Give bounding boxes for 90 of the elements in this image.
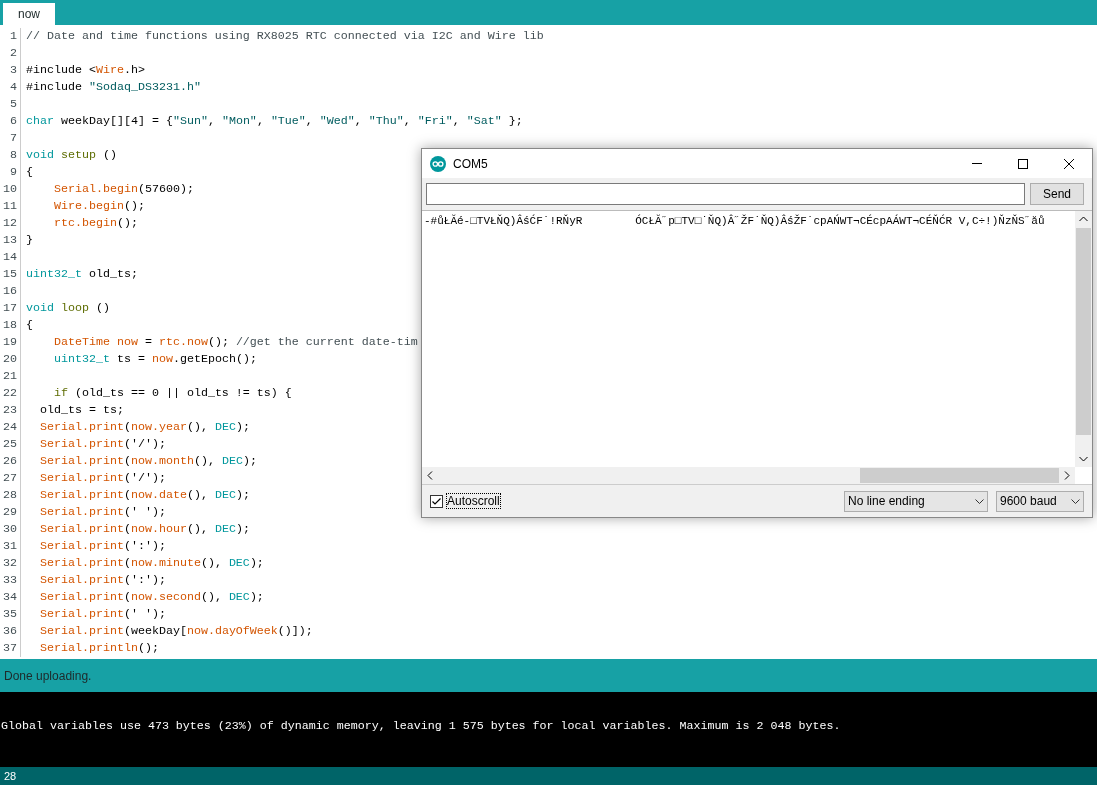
scrollbar-thumb[interactable] (860, 468, 1059, 483)
code-line: uint32_t old_ts; (26, 267, 138, 281)
line-number: 13 (3, 233, 17, 247)
code-line: Serial.print('/'); (39, 437, 166, 451)
infinity-logo-icon (430, 155, 446, 172)
line-number: 32 (3, 556, 17, 570)
code-line: void setup () (26, 148, 117, 162)
window-title: COM5 (453, 155, 488, 173)
line-number: 25 (3, 437, 17, 451)
line-number: 33 (3, 573, 17, 587)
code-line: Serial.print(':'); (39, 573, 166, 587)
line-number: 5 (10, 97, 17, 111)
code-line: void loop () (26, 301, 110, 315)
chevron-down-icon (1071, 498, 1080, 504)
line-ending-dropdown[interactable]: No line ending (844, 490, 988, 512)
line-number: 37 (3, 641, 17, 655)
code-line: Serial.print(now.date(), DEC); (39, 488, 250, 502)
line-number: 36 (3, 624, 17, 638)
code-line: DateTime now = rtc.now(); //get the current date-tim (52, 335, 418, 349)
line-number: 28 (3, 488, 17, 502)
line-number: 11 (3, 199, 17, 213)
line-number: 34 (3, 590, 17, 604)
line-number: 21 (3, 369, 17, 383)
horizontal-scrollbar[interactable] (422, 467, 1075, 484)
code-line: Serial.print(weekDay[now.dayOfWeek()]); (39, 624, 313, 638)
code-line: rtc.begin(); (52, 216, 138, 230)
line-number: 4 (10, 80, 17, 94)
code-line: { (26, 165, 33, 179)
code-line: #include "Sodaq_DS3231.h" (26, 80, 201, 94)
line-number: 29 (3, 505, 17, 519)
code-line: { (26, 318, 33, 332)
line-number: 18 (3, 318, 17, 332)
line-number: 6 (10, 114, 17, 128)
code-line: Serial.begin(57600); (52, 182, 194, 196)
line-number: 16 (3, 284, 17, 298)
file-tab[interactable]: now (3, 3, 55, 25)
code-line: Wire.begin(); (52, 199, 145, 213)
code-line: #include <Wire.h> (26, 63, 145, 77)
code-line: char weekDay[][4] = {"Sun", "Mon", "Tue", "Wed", "Thu", "Fri", "Sat" }; (26, 114, 523, 128)
line-number: 15 (3, 267, 17, 281)
line-number: 30 (3, 522, 17, 536)
autoscroll-checkbox[interactable] (430, 494, 443, 508)
code-line: Serial.print('/'); (39, 471, 166, 485)
code-line: Serial.print(now.hour(), DEC); (39, 522, 250, 536)
code-line: uint32_t ts = now.getEpoch(); (52, 352, 257, 366)
code-line: Serial.print(' '); (39, 505, 166, 519)
line-number: 8 (10, 148, 17, 162)
console-line: Global variables use 473 bytes (23%) of dynamic memory, leaving 1 575 bytes for local variables. Maximum is 2 048 bytes. (1, 718, 841, 735)
scrollbar-thumb[interactable] (1076, 228, 1091, 435)
line-number: 31 (3, 539, 17, 553)
code-line: Serial.print(' '); (39, 607, 166, 621)
code-line: Serial.println(); (39, 641, 159, 655)
code-line: } (26, 233, 33, 247)
line-number: 7 (10, 131, 17, 145)
code-line: if (old_ts == 0 || old_ts != ts) { (52, 386, 292, 400)
vertical-scrollbar[interactable] (1075, 211, 1092, 467)
line-number: 17 (3, 301, 17, 315)
code-line: Serial.print(now.month(), DEC); (39, 454, 257, 468)
line-number: 24 (3, 420, 17, 434)
line-number: 12 (3, 216, 17, 230)
code-line: old_ts = ts; (39, 403, 124, 417)
autoscroll-label[interactable]: Autoscroll (446, 493, 501, 509)
line-number: 20 (3, 352, 17, 366)
line-number: 3 (10, 63, 17, 77)
line-number: 23 (3, 403, 17, 417)
input-field[interactable] (426, 183, 1025, 205)
baud-rate-dropdown[interactable]: 9600 baud (996, 490, 1084, 512)
line-number: 35 (3, 607, 17, 621)
minimize-icon (972, 163, 982, 164)
line-number: 22 (3, 386, 17, 400)
line-number-indicator: 28 (4, 768, 17, 784)
line-number: 26 (3, 454, 17, 468)
line-number: 19 (3, 335, 17, 349)
code-line: Serial.print(now.year(), DEC); (39, 420, 250, 434)
chevron-down-icon (975, 498, 984, 504)
line-number: 10 (3, 182, 17, 196)
code-line: // Date and time functions using RX8025 RTC connected via I2C and Wire lib (26, 29, 544, 43)
code-line: Serial.print(':'); (39, 539, 166, 553)
line-number: 2 (10, 46, 17, 60)
line-number: 14 (3, 250, 17, 264)
send-button[interactable]: Send (1030, 183, 1084, 205)
line-number: 27 (3, 471, 17, 485)
line-number: 1 (10, 29, 17, 43)
status-message: Done uploading. (4, 667, 92, 685)
serial-output-text: -#ůŁĂé-□TVŁŇQ)ÂśĆF˙!RŇyR ÓCŁĂ˝p□TV□˙ŇQ)Â˝ŽF˙ŇQ)ÂśŽF˙cpAŃWT¬CÉcpAÁWT¬CÉŇĆR V,C÷!)ŇzŇS˝ăů (424, 214, 1045, 229)
maximize-icon (1018, 158, 1028, 169)
close-icon (1064, 158, 1074, 169)
line-number: 9 (10, 165, 17, 179)
code-line: Serial.print(now.second(), DEC); (39, 590, 264, 604)
code-line: Serial.print(now.minute(), DEC); (39, 556, 264, 570)
